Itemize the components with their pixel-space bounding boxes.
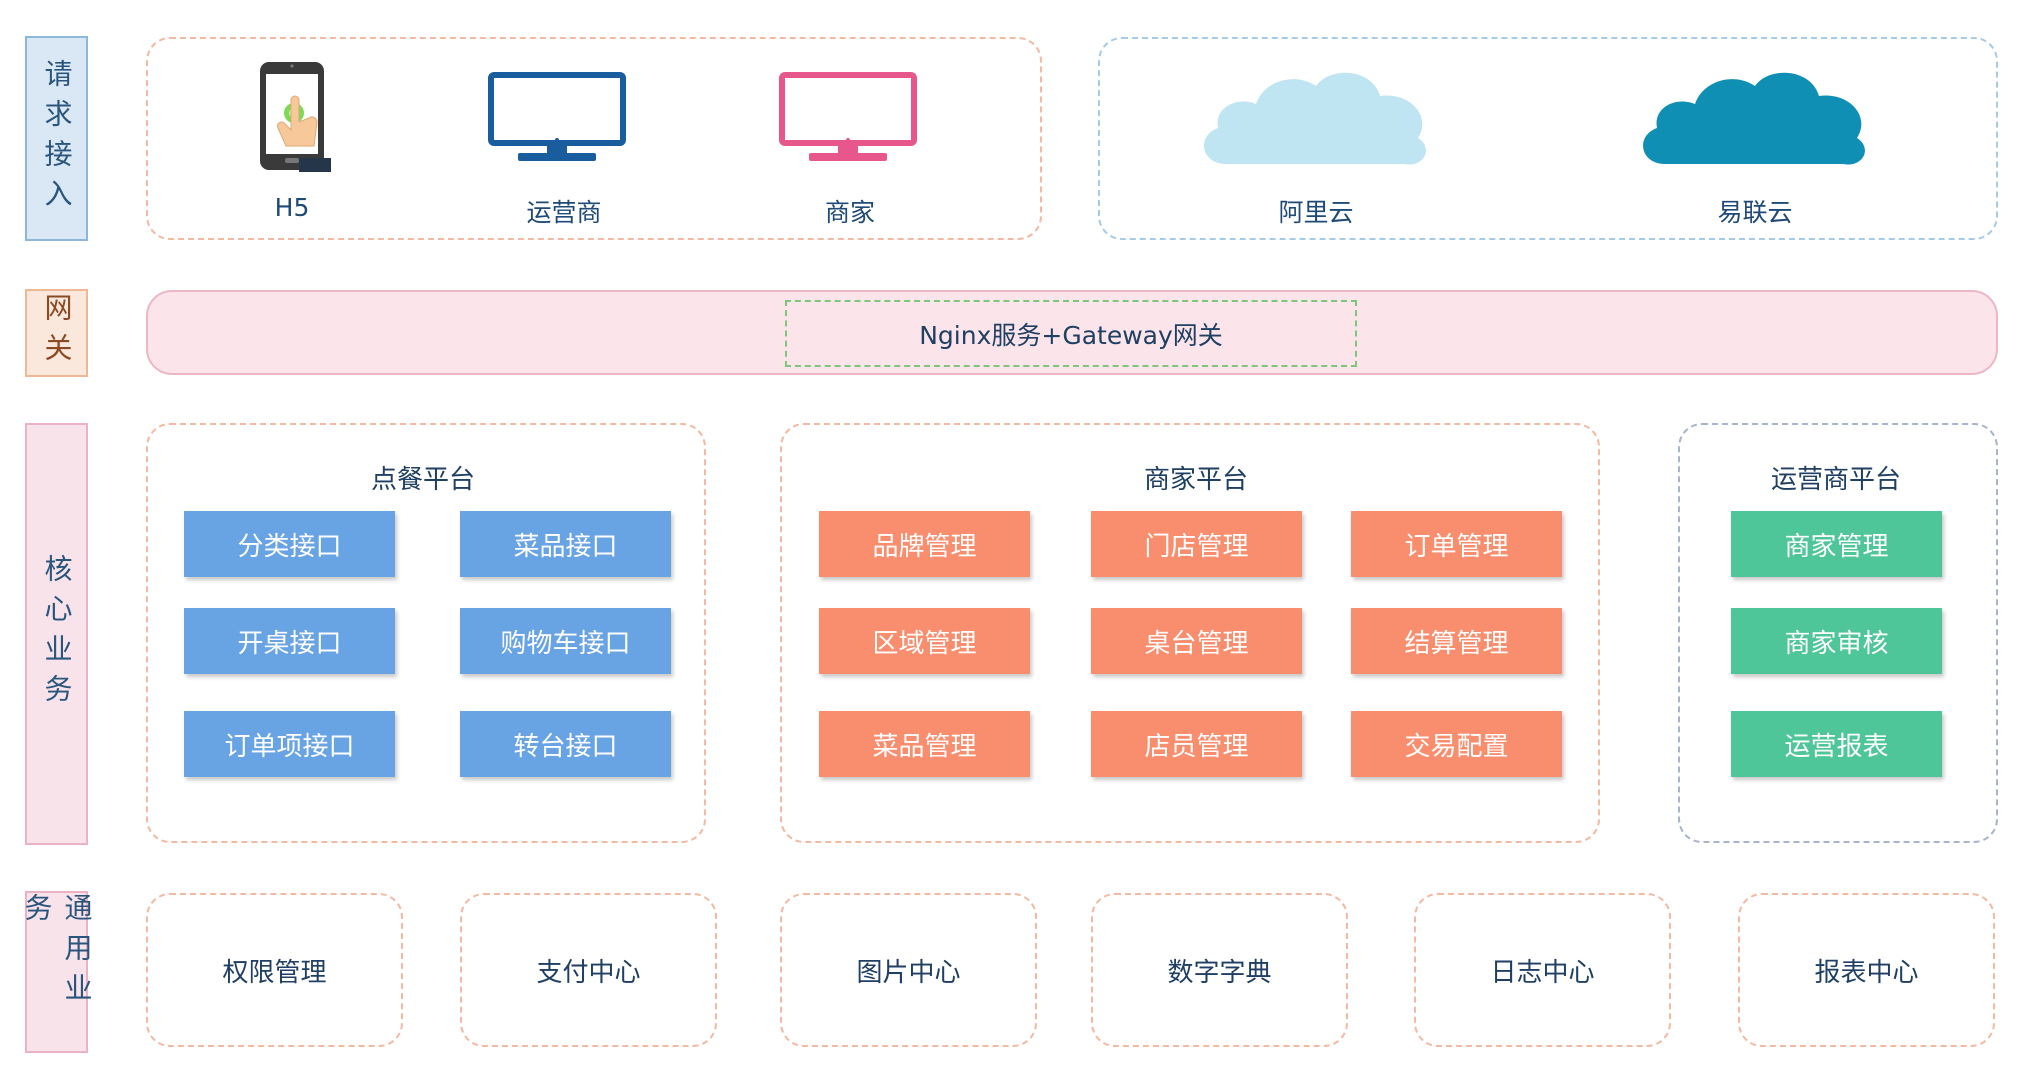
- phone-touch-icon: [255, 58, 345, 178]
- common-image[interactable]: 图片中心: [780, 893, 1037, 1047]
- common-log[interactable]: 日志中心: [1414, 893, 1671, 1047]
- common-permission[interactable]: 权限管理: [146, 893, 403, 1047]
- operator-platform-title: 运营商平台: [1770, 465, 1902, 495]
- cloud-icon: [1635, 64, 1875, 174]
- merchant-item-table[interactable]: 桌台管理: [1091, 608, 1302, 674]
- gateway-label: Nginx服务+Gateway网关: [785, 300, 1357, 367]
- cloud-label-yilianyun: 易联云: [1717, 198, 1793, 227]
- merchant-item-trade-config[interactable]: 交易配置: [1351, 711, 1562, 777]
- ordering-item-order-item-api[interactable]: 订单项接口: [184, 711, 395, 777]
- ordering-item-open-table-api[interactable]: 开桌接口: [184, 608, 395, 674]
- cloud-icon: [1196, 64, 1436, 174]
- ordering-item-dish-api[interactable]: 菜品接口: [460, 511, 671, 577]
- merchant-item-staff[interactable]: 店员管理: [1091, 711, 1302, 777]
- monitor-icon: [488, 72, 626, 164]
- merchant-item-region[interactable]: 区域管理: [819, 608, 1030, 674]
- row-label-common: 通用业务: [21, 891, 94, 1053]
- merchant-platform-title: 商家平台: [1143, 465, 1249, 495]
- merchant-item-settlement[interactable]: 结算管理: [1351, 608, 1562, 674]
- operator-item-report[interactable]: 运营报表: [1731, 711, 1942, 777]
- merchant-item-order[interactable]: 订单管理: [1351, 511, 1562, 577]
- client-label-h5: H5: [274, 193, 310, 222]
- merchant-item-store[interactable]: 门店管理: [1091, 511, 1302, 577]
- row-label-core: 核心业务: [25, 423, 88, 845]
- merchant-item-brand[interactable]: 品牌管理: [819, 511, 1030, 577]
- cloud-label-aliyun: 阿里云: [1278, 198, 1354, 227]
- row-label-gateway: 网关: [25, 289, 88, 377]
- common-payment[interactable]: 支付中心: [460, 893, 717, 1047]
- common-dictionary[interactable]: 数字字典: [1091, 893, 1348, 1047]
- operator-item-merchant-review[interactable]: 商家审核: [1731, 608, 1942, 674]
- ordering-item-cart-api[interactable]: 购物车接口: [460, 608, 671, 674]
- client-label-operator: 运营商: [526, 198, 602, 227]
- operator-item-merchant-manage[interactable]: 商家管理: [1731, 511, 1942, 577]
- row-label-request: 请求接入: [25, 36, 88, 241]
- client-label-merchant: 商家: [824, 198, 876, 227]
- ordering-item-category-api[interactable]: 分类接口: [184, 511, 395, 577]
- ordering-platform-title: 点餐平台: [370, 465, 476, 495]
- common-report[interactable]: 报表中心: [1738, 893, 1995, 1047]
- merchant-item-dish[interactable]: 菜品管理: [819, 711, 1030, 777]
- monitor-icon: [779, 72, 917, 164]
- ordering-item-transfer-table-api[interactable]: 转台接口: [460, 711, 671, 777]
